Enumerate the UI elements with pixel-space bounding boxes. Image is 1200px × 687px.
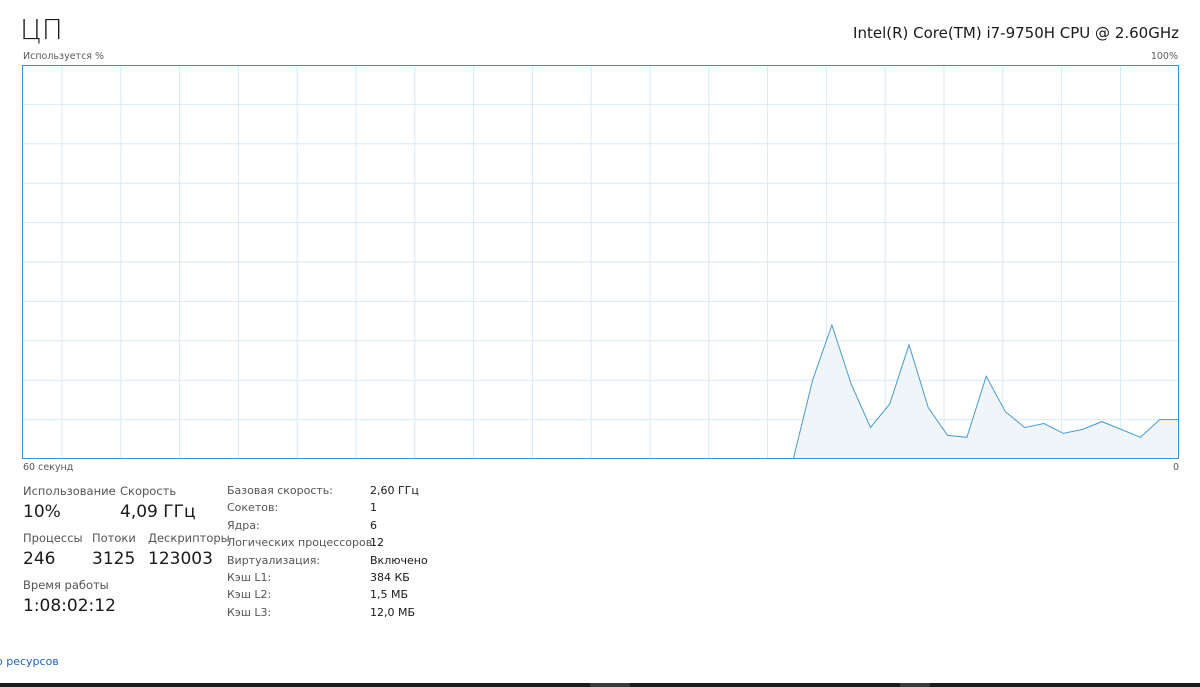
handles-label: Дескрипторы xyxy=(148,531,230,545)
taskbar-strip xyxy=(0,683,1200,687)
l2-cache-key: Кэш L2: xyxy=(227,588,272,601)
graph-y-axis-label: Используется % xyxy=(23,51,105,62)
l3-cache-value: 12,0 МБ xyxy=(370,606,416,619)
l1-cache-key: Кэш L1: xyxy=(227,571,272,584)
uptime-label: Время работы xyxy=(23,578,109,592)
processes-value: 246 xyxy=(23,549,56,569)
graph-x-zero-label: 0 xyxy=(1172,462,1179,473)
graph-x-axis-label: 60 секунд xyxy=(23,462,74,473)
usage-label: Использование xyxy=(23,484,116,498)
threads-label: Потоки xyxy=(92,531,136,545)
base-speed-value: 2,60 ГГц xyxy=(370,484,419,497)
speed-label: Скорость xyxy=(120,484,177,498)
graph-y-max-label: 100% xyxy=(1150,51,1178,62)
l3-cache-key: Кэш L3: xyxy=(227,606,272,619)
cpu-usage-graph xyxy=(22,65,1179,459)
resource-monitor-link[interactable]: о ресурсов xyxy=(0,655,59,669)
logical-processors-key: Логических процессоров: xyxy=(227,536,376,549)
uptime-value: 1:08:02:12 xyxy=(23,596,116,616)
taskbar-segment xyxy=(590,683,630,687)
sockets-key: Сокетов: xyxy=(227,501,279,514)
handles-value: 123003 xyxy=(148,549,213,569)
cores-key: Ядра: xyxy=(227,519,260,532)
logical-processors-value: 12 xyxy=(370,536,384,549)
taskbar-segment xyxy=(900,683,930,687)
cpu-usage-area xyxy=(22,325,1179,459)
page-title: ЦП xyxy=(20,13,63,46)
speed-value: 4,09 ГГц xyxy=(120,502,196,522)
threads-value: 3125 xyxy=(92,549,136,569)
cores-value: 6 xyxy=(370,519,377,532)
virtualization-value: Включено xyxy=(370,554,428,567)
l1-cache-value: 384 КБ xyxy=(370,571,410,584)
base-speed-key: Базовая скорость: xyxy=(227,484,333,497)
processes-label: Процессы xyxy=(23,531,83,545)
sockets-value: 1 xyxy=(370,501,377,514)
graph-grid xyxy=(22,65,1179,459)
l2-cache-value: 1,5 МБ xyxy=(370,588,409,601)
usage-value: 10% xyxy=(23,502,61,522)
cpu-model-name: Intel(R) Core(TM) i7-9750H CPU @ 2.60GHz xyxy=(853,24,1179,42)
virtualization-key: Виртуализация: xyxy=(227,554,321,567)
